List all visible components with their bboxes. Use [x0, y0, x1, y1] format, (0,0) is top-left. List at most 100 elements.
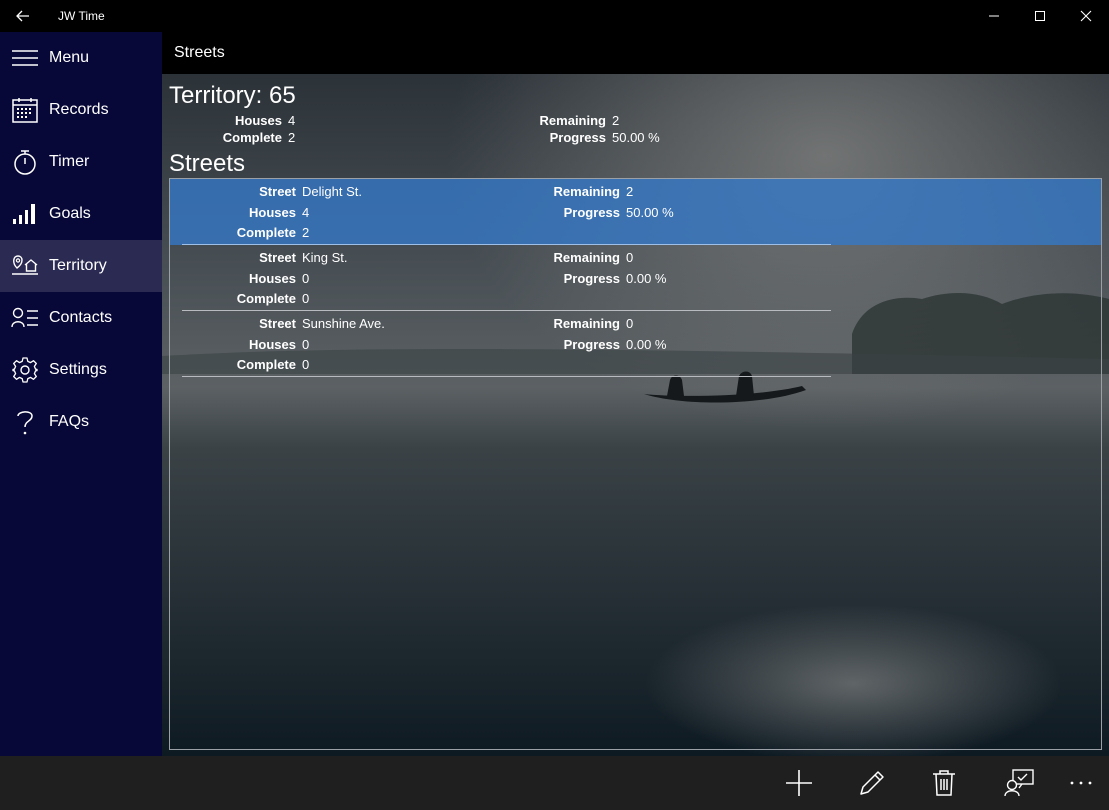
- edit-button[interactable]: [850, 756, 894, 810]
- street-remaining: Remaining 2: [470, 184, 634, 199]
- progress-value: 50.00 %: [626, 205, 674, 220]
- nav-label: FAQs: [49, 413, 90, 430]
- contacts-icon: [0, 292, 50, 344]
- row-divider: [182, 376, 831, 377]
- nav-item-records[interactable]: Records: [0, 84, 162, 136]
- street-value: King St.: [302, 250, 348, 265]
- nav-item-territory[interactable]: Territory: [0, 240, 162, 292]
- delete-button[interactable]: [922, 756, 966, 810]
- back-button[interactable]: [0, 0, 46, 32]
- delete-icon: [933, 770, 955, 796]
- remaining-value: 2: [626, 184, 634, 199]
- progress-label: Progress: [563, 205, 620, 220]
- territory-progress: Progress 50.00 %: [462, 130, 660, 145]
- street-label: Street: [259, 184, 296, 199]
- street-label: Street: [259, 250, 296, 265]
- assign-button[interactable]: [997, 756, 1041, 810]
- street-row[interactable]: Street Delight St. Houses 4 Complete 2 R…: [170, 179, 1101, 245]
- nav-item-contacts[interactable]: Contacts: [0, 292, 162, 344]
- more-button[interactable]: [1059, 756, 1103, 810]
- street-houses: Houses 0: [170, 337, 309, 352]
- remaining-value: 2: [612, 113, 620, 128]
- nav-item-settings[interactable]: Settings: [0, 344, 162, 396]
- territory-complete: Complete 2: [169, 130, 295, 145]
- complete-value: 0: [302, 357, 310, 372]
- houses-value: 0: [302, 271, 310, 286]
- remaining-label: Remaining: [553, 250, 620, 265]
- more-icon: [1070, 781, 1092, 785]
- complete-value: 2: [288, 130, 296, 145]
- complete-value: 2: [302, 225, 310, 240]
- progress-label: Progress: [563, 337, 620, 352]
- street-complete: Complete 2: [170, 225, 309, 240]
- territory-houses: Houses 4: [169, 113, 295, 128]
- territory-title: Territory: 65: [169, 82, 296, 109]
- houses-label: Houses: [235, 113, 282, 128]
- nav-item-faqs[interactable]: FAQs: [0, 396, 162, 448]
- complete-label: Complete: [222, 130, 282, 145]
- maximize-icon: [1035, 11, 1045, 21]
- assign-icon: [1004, 769, 1034, 797]
- complete-value: 0: [302, 291, 310, 306]
- complete-label: Complete: [236, 357, 296, 372]
- street-row[interactable]: Street Sunshine Ave. Houses 0 Complete 0…: [170, 311, 1101, 377]
- street-progress: Progress 50.00 %: [470, 205, 674, 220]
- progress-value: 0.00 %: [626, 337, 667, 352]
- houses-label: Houses: [249, 271, 296, 286]
- edit-icon: [860, 771, 884, 795]
- back-arrow-icon: [16, 10, 29, 22]
- close-button[interactable]: [1063, 0, 1109, 32]
- street-row[interactable]: Street King St. Houses 0 Complete 0 Rema…: [170, 245, 1101, 311]
- street-value: Sunshine Ave.: [302, 316, 385, 331]
- nav-label: Records: [49, 101, 109, 118]
- remaining-label: Remaining: [553, 316, 620, 331]
- street-houses: Houses 0: [170, 271, 309, 286]
- street-houses: Houses 4: [170, 205, 309, 220]
- street-progress: Progress 0.00 %: [470, 337, 667, 352]
- street-complete: Complete 0: [170, 357, 309, 372]
- nav-label: Contacts: [49, 309, 113, 326]
- window-title: JW Time: [58, 9, 105, 23]
- nav-item-goals[interactable]: Goals: [0, 188, 162, 240]
- close-icon: [1080, 10, 1092, 22]
- main-content: Territory: 65 Houses 4 Complete 2 Remain…: [162, 74, 1109, 756]
- remaining-value: 0: [626, 316, 634, 331]
- nav-label: Menu: [49, 49, 90, 66]
- houses-label: Houses: [249, 205, 296, 220]
- street-remaining: Remaining 0: [470, 316, 634, 331]
- nav-item-timer[interactable]: Timer: [0, 136, 162, 188]
- complete-label: Complete: [236, 291, 296, 306]
- street-name: Street Sunshine Ave.: [170, 316, 385, 331]
- minimize-icon: [989, 15, 999, 17]
- progress-label: Progress: [549, 130, 606, 145]
- progress-value: 50.00 %: [612, 130, 660, 145]
- hamburger-icon: [0, 32, 50, 84]
- nav-item-menu[interactable]: Menu: [0, 32, 162, 84]
- nav-label: Territory: [49, 257, 107, 274]
- minimize-button[interactable]: [971, 0, 1017, 32]
- streets-list[interactable]: Street Delight St. Houses 4 Complete 2 R…: [169, 178, 1102, 750]
- complete-label: Complete: [236, 225, 296, 240]
- nav-label: Timer: [49, 153, 90, 170]
- territory-icon: [0, 240, 50, 292]
- progress-value: 0.00 %: [626, 271, 667, 286]
- title-bar: JW Time: [0, 0, 1109, 32]
- page-header: Streets: [162, 32, 1109, 74]
- add-button[interactable]: [777, 756, 821, 810]
- street-value: Delight St.: [302, 184, 362, 199]
- page-title: Streets: [174, 44, 225, 61]
- command-bar: [0, 756, 1109, 810]
- houses-value: 4: [288, 113, 296, 128]
- nav-pane: Menu Records Timer Goals Territory Conta…: [0, 32, 162, 756]
- street-remaining: Remaining 0: [470, 250, 634, 265]
- question-icon: [0, 396, 50, 448]
- houses-value: 0: [302, 337, 310, 352]
- nav-label: Goals: [49, 205, 91, 222]
- houses-value: 4: [302, 205, 310, 220]
- nav-label: Settings: [49, 361, 107, 378]
- street-label: Street: [259, 316, 296, 331]
- remaining-label: Remaining: [539, 113, 606, 128]
- street-name: Street King St.: [170, 250, 348, 265]
- maximize-button[interactable]: [1017, 0, 1063, 32]
- calendar-icon: [0, 84, 50, 136]
